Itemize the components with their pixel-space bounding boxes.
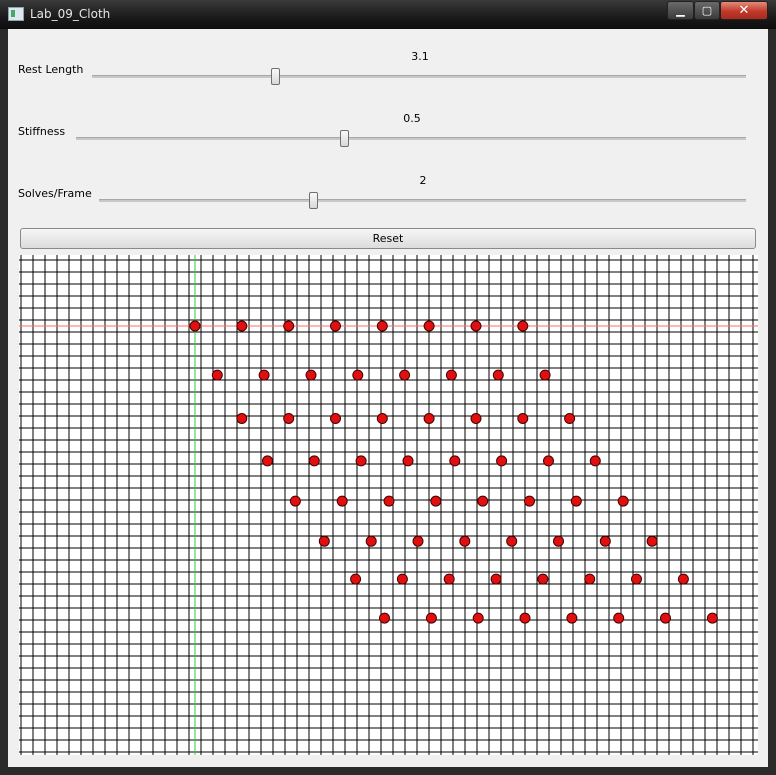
cloth-particle	[423, 320, 435, 332]
rest-length-track[interactable]	[92, 75, 746, 78]
cloth-particle	[289, 495, 301, 507]
cloth-particle	[258, 369, 270, 381]
cloth-particle	[445, 369, 457, 381]
cloth-particle	[470, 320, 482, 332]
cloth-particle	[412, 535, 424, 547]
stiffness-slider-handle[interactable]	[340, 130, 349, 147]
cloth-particle	[336, 495, 348, 507]
cloth-particle	[402, 455, 414, 467]
close-button[interactable]: ✕	[720, 1, 768, 20]
cloth-particle	[584, 573, 596, 585]
app-window: Lab_09_Cloth ▁ ▢ ✕ 3.1 Rest Length 0.5 S…	[0, 0, 776, 775]
cloth-particle	[539, 369, 551, 381]
cloth-particle	[330, 320, 341, 332]
cloth-particle	[631, 573, 642, 585]
cloth-particle	[262, 455, 273, 467]
cloth-particle	[517, 320, 529, 332]
rest-length-label: Rest Length	[18, 63, 84, 76]
cloth-particle	[517, 413, 529, 424]
cloth-particle	[472, 612, 484, 624]
cloth-particle	[396, 573, 408, 585]
app-icon	[8, 7, 24, 21]
cloth-particle	[383, 495, 395, 507]
cloth-particle	[506, 535, 518, 547]
cloth-particle	[376, 413, 388, 424]
cloth-particle	[430, 495, 442, 507]
stiffness-track[interactable]	[76, 137, 746, 140]
cloth-particle	[613, 612, 625, 624]
solves-frame-label: Solves/Frame	[18, 187, 92, 200]
cloth-canvas[interactable]	[19, 255, 758, 755]
cloth-particle	[553, 535, 564, 547]
rest-length-row: 3.1 Rest Length	[8, 41, 768, 91]
cloth-particle	[589, 455, 601, 467]
reset-button[interactable]: Reset	[20, 228, 756, 249]
title-bar[interactable]: Lab_09_Cloth ▁ ▢ ✕	[0, 0, 776, 29]
cloth-particle	[376, 320, 388, 332]
stiffness-value: 0.5	[403, 112, 421, 125]
cloth-particle	[330, 413, 341, 424]
cloth-particle	[564, 413, 576, 424]
cloth-particle	[365, 535, 377, 547]
client-area: 3.1 Rest Length 0.5 Stiffness 2 Solves/F…	[8, 29, 768, 767]
cloth-particle	[646, 535, 658, 547]
cloth-particle	[519, 612, 531, 624]
cloth-particle	[283, 320, 295, 332]
rest-length-slider-handle[interactable]	[271, 68, 281, 85]
cloth-particle	[477, 495, 489, 507]
cloth-particle	[318, 535, 330, 547]
cloth-particle	[617, 495, 629, 507]
cloth-particle	[449, 455, 461, 467]
cloth-particle	[459, 535, 471, 547]
solves-frame-slider-handle[interactable]	[308, 192, 318, 209]
cloth-particle	[236, 413, 248, 424]
cloth-particle	[352, 369, 364, 381]
cloth-particle	[189, 320, 201, 332]
cloth-particle	[443, 573, 455, 585]
cloth-particle	[350, 573, 362, 585]
cloth-particle	[490, 573, 502, 585]
cloth-particle	[236, 320, 248, 332]
cloth-particle	[470, 413, 482, 424]
minimize-button[interactable]: ▁	[667, 1, 694, 20]
cloth-particle	[355, 455, 367, 467]
cloth-particle	[543, 455, 554, 467]
cloth-particle	[566, 612, 578, 624]
solves-frame-row: 2 Solves/Frame	[8, 165, 768, 215]
cloth-particle	[425, 612, 437, 624]
cloth-particle	[308, 455, 320, 467]
cloth-particle	[537, 573, 549, 585]
cloth-viewport[interactable]	[19, 255, 758, 755]
cloth-particle	[496, 455, 508, 467]
cloth-particle	[492, 369, 504, 381]
cloth-particle	[379, 612, 390, 624]
cloth-particle	[305, 369, 317, 381]
cloth-particle	[677, 573, 689, 585]
stiffness-label: Stiffness	[18, 125, 66, 138]
solves-frame-track[interactable]	[99, 199, 746, 202]
stiffness-row: 0.5 Stiffness	[8, 103, 768, 153]
cloth-particle	[660, 612, 671, 624]
cloth-particle	[706, 612, 718, 624]
rest-length-value: 3.1	[411, 50, 429, 63]
cloth-particle	[524, 495, 535, 507]
maximize-button[interactable]: ▢	[694, 1, 720, 20]
cloth-particle	[570, 495, 582, 507]
cloth-particle	[211, 369, 223, 381]
cloth-particle	[283, 413, 295, 424]
cloth-particle	[399, 369, 411, 381]
cloth-particle	[423, 413, 435, 424]
cloth-particle	[599, 535, 611, 547]
solves-frame-value: 2	[419, 174, 427, 187]
window-title: Lab_09_Cloth	[30, 7, 111, 21]
